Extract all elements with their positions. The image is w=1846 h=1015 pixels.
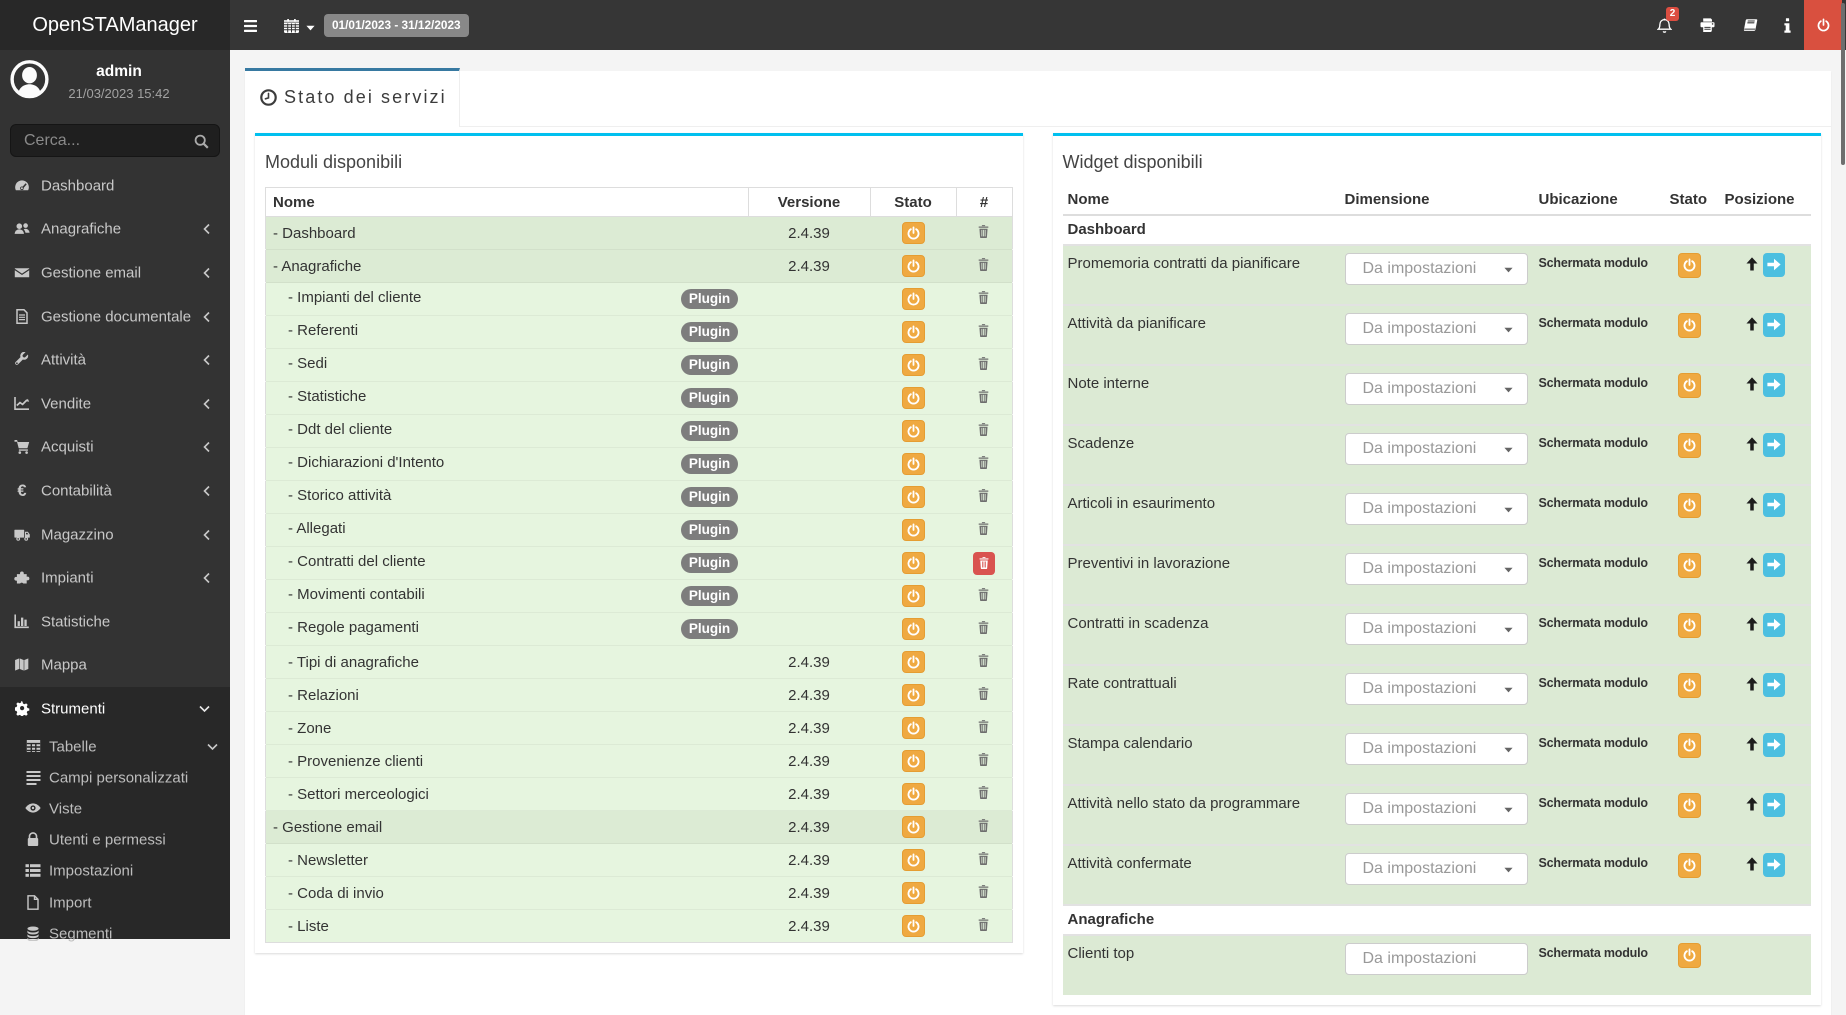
- svg-text:€: €: [17, 483, 26, 498]
